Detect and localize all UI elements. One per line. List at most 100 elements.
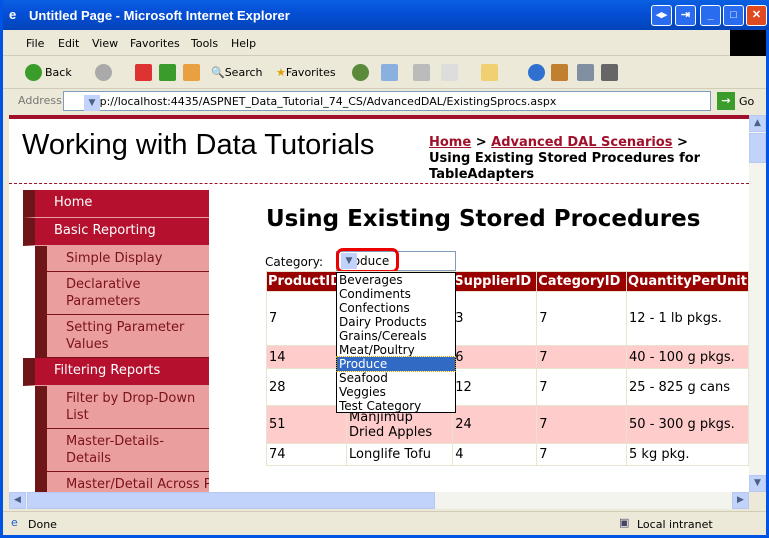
page-content: Working with Data Tutorials Home > Advan… <box>9 115 749 492</box>
sidebar-item-master-detail-across-pages[interactable]: Master/Detail Across Pages <box>35 472 209 492</box>
scroll-left-icon[interactable]: ◀ <box>9 492 26 509</box>
scroll-right-icon[interactable]: ▶ <box>732 492 749 509</box>
address-input[interactable]: http://localhost:4435/ASPNET_Data_Tutori… <box>63 91 711 111</box>
browser-window: e Untitled Page - Microsoft Internet Exp… <box>0 0 769 538</box>
breadcrumb: Home > Advanced DAL Scenarios > Using Ex… <box>429 135 729 183</box>
table-cell: 4 <box>452 443 538 466</box>
windows-logo-icon <box>730 30 766 56</box>
ie-icon: e <box>9 7 17 22</box>
table-cell: 51 <box>265 405 348 444</box>
table-row: 74 Longlife Tofu 4 7 5 kg pkg. <box>265 443 749 466</box>
header-divider <box>9 183 749 184</box>
address-bar: Address http://localhost:4435/ASPNET_Dat… <box>3 89 766 113</box>
sidebar-item-setting-parameter-values[interactable]: Setting Parameter Values <box>35 315 209 358</box>
stop-icon[interactable] <box>135 64 152 81</box>
search-button[interactable]: 🔍Search <box>211 66 263 79</box>
table-cell: 3 <box>452 291 538 346</box>
go-arrow-icon[interactable]: → <box>717 92 735 110</box>
category-option[interactable]: Beverages <box>337 273 455 287</box>
print-icon[interactable] <box>413 64 430 81</box>
favorites-label: Favorites <box>285 66 336 79</box>
url-text: http://localhost:4435/ASPNET_Data_Tutori… <box>84 95 557 108</box>
category-option[interactable]: Veggies <box>337 385 455 399</box>
table-cell: 7 <box>265 291 348 346</box>
back-icon[interactable] <box>25 64 42 81</box>
edit-icon[interactable] <box>441 64 458 81</box>
category-option[interactable]: Grains/Cereals <box>337 329 455 343</box>
table-cell: 7 <box>536 405 628 444</box>
table-cell: 7 <box>536 345 628 369</box>
menu-help[interactable]: Help <box>231 37 256 50</box>
chevron-down-icon[interactable]: ▼ <box>84 95 100 111</box>
refresh-icon[interactable] <box>159 64 176 81</box>
table-cell: 50 - 300 g pkgs. <box>626 405 749 444</box>
title-bar: e Untitled Page - Microsoft Internet Exp… <box>3 0 769 30</box>
breadcrumb-section[interactable]: Advanced DAL Scenarios <box>491 135 672 150</box>
back-button[interactable]: Back <box>45 66 72 79</box>
horizontal-scrollbar[interactable]: ◀ ▶ <box>9 492 749 509</box>
scroll-thumb[interactable] <box>749 133 766 163</box>
category-option[interactable]: Dairy Products <box>337 315 455 329</box>
sidebar-menu: Home Basic Reporting Simple Display Decl… <box>23 190 209 492</box>
messenger-icon[interactable] <box>528 64 545 81</box>
history-icon[interactable] <box>352 64 369 81</box>
table-cell: 28 <box>265 368 348 406</box>
table-cell: 24 <box>452 405 538 444</box>
table-cell: 25 - 825 g cans <box>626 368 749 406</box>
scroll-thumb[interactable] <box>27 492 435 509</box>
home-icon[interactable] <box>183 64 200 81</box>
menu-bar: File Edit View Favorites Tools Help <box>3 30 766 56</box>
table-cell: Longlife Tofu <box>346 443 454 466</box>
go-button[interactable]: Go <box>739 95 754 108</box>
sidebar-item-simple-display[interactable]: Simple Display <box>35 246 209 272</box>
research-icon[interactable] <box>551 64 568 81</box>
extension-icon[interactable] <box>601 64 618 81</box>
vertical-scrollbar[interactable]: ▲ ▼ <box>749 115 766 492</box>
forward-icon[interactable] <box>95 64 112 81</box>
sidebar-item-declarative-parameters[interactable]: Declarative Parameters <box>35 272 209 315</box>
sidebar-item-basic-reporting[interactable]: Basic Reporting <box>23 218 209 246</box>
category-label: Category: <box>265 255 323 269</box>
sidebar-item-master-details-details[interactable]: Master-Details-Details <box>35 429 209 472</box>
site-title: Working with Data Tutorials <box>22 129 375 161</box>
favorites-button[interactable]: ★Favorites <box>276 66 336 79</box>
menu-tools[interactable]: Tools <box>191 37 218 50</box>
category-option[interactable]: Seafood <box>337 371 455 385</box>
tools-icon[interactable] <box>577 64 594 81</box>
table-cell: 5 kg pkg. <box>626 443 749 466</box>
zone-text: Local intranet <box>637 518 713 531</box>
popout-icon[interactable]: ⇥ <box>675 5 696 26</box>
column-header: ProductID <box>265 271 348 292</box>
sidebar-item-filter-dropdown[interactable]: Filter by Drop-Down List <box>35 386 209 429</box>
category-option[interactable]: Confections <box>337 301 455 315</box>
scroll-down-icon[interactable]: ▼ <box>749 475 766 492</box>
mail-icon[interactable] <box>381 64 398 81</box>
maximize-button[interactable]: □ <box>723 5 744 26</box>
column-header: QuantityPerUnit <box>626 271 749 292</box>
close-button[interactable]: ✕ <box>746 5 767 26</box>
sidebar-item-filtering-reports[interactable]: Filtering Reports <box>23 358 209 386</box>
scroll-up-icon[interactable]: ▲ <box>749 115 766 132</box>
discuss-icon[interactable] <box>481 64 498 81</box>
breadcrumb-home[interactable]: Home <box>429 135 471 150</box>
category-option[interactable]: Condiments <box>337 287 455 301</box>
menu-favorites[interactable]: Favorites <box>130 37 180 50</box>
highlight-annotation <box>336 248 399 273</box>
column-header: CategoryID <box>536 271 628 292</box>
category-option[interactable]: Test Category <box>337 399 455 413</box>
menu-file[interactable]: File <box>26 37 44 50</box>
category-option[interactable]: Meat/Poultry <box>337 343 455 357</box>
table-cell: 14 <box>265 345 348 369</box>
restore-toolbar-icon[interactable]: ◂▸ <box>651 5 672 26</box>
table-cell: 12 <box>452 368 538 406</box>
minimize-button[interactable]: _ <box>700 5 721 26</box>
sidebar-item-home[interactable]: Home <box>23 190 209 218</box>
menu-view[interactable]: View <box>92 37 118 50</box>
table-cell: 40 - 100 g pkgs. <box>626 345 749 369</box>
table-cell: 74 <box>265 443 348 466</box>
menu-edit[interactable]: Edit <box>58 37 79 50</box>
status-text: Done <box>28 518 57 531</box>
table-cell: 6 <box>452 345 538 369</box>
category-option[interactable]: Produce <box>336 356 456 372</box>
status-bar: e Done ▣ Local intranet <box>3 511 766 535</box>
